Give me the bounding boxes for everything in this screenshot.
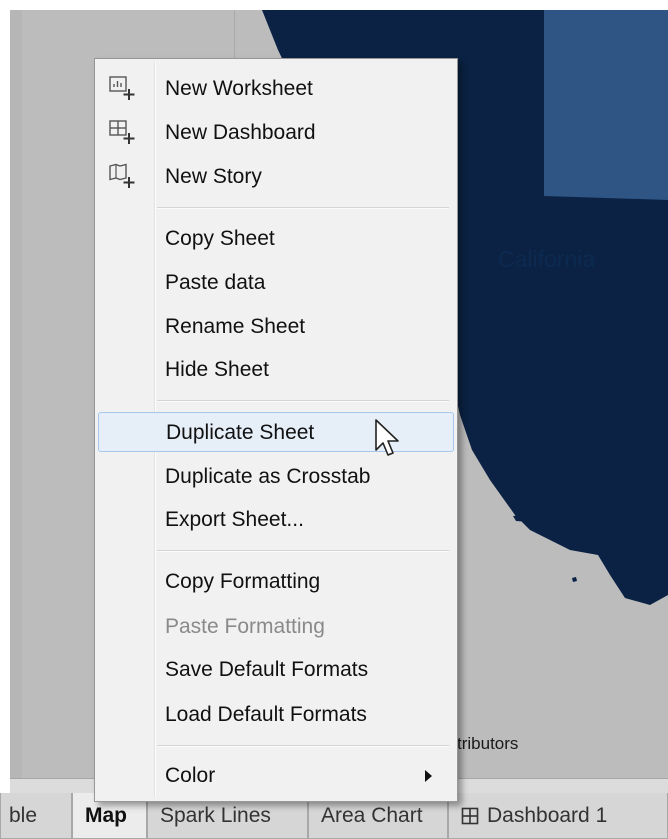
menu-item-paste-formatting: Paste Formatting xyxy=(98,607,454,647)
menu-item-new-story[interactable]: New Story xyxy=(98,157,454,197)
sheet-tab-table[interactable]: ble xyxy=(0,793,72,839)
submenu-arrow-icon xyxy=(425,770,432,782)
menu-separator xyxy=(157,207,449,209)
menu-item-color[interactable]: Color xyxy=(98,756,454,796)
menu-item-duplicate-as-crosstab[interactable]: Duplicate as Crosstab xyxy=(98,457,454,497)
menu-item-label: Paste data xyxy=(165,271,266,294)
island-shape xyxy=(572,577,577,582)
menu-item-label: Rename Sheet xyxy=(165,315,306,338)
menu-item-hide-sheet[interactable]: Hide Sheet xyxy=(98,350,454,390)
menu-item-label: Copy Sheet xyxy=(165,227,275,250)
state-label: California xyxy=(498,246,596,272)
menu-item-label: Save Default Formats xyxy=(165,658,369,681)
menu-item-label: New Worksheet xyxy=(165,77,313,100)
map-attribution: tributors xyxy=(457,734,519,753)
menu-item-paste-data[interactable]: Paste data xyxy=(98,263,454,303)
menu-item-label: Paste Formatting xyxy=(165,615,325,638)
menu-item-label: New Dashboard xyxy=(165,121,316,144)
menu-item-label: Load Default Formats xyxy=(165,703,367,726)
menu-item-rename-sheet[interactable]: Rename Sheet xyxy=(98,307,454,347)
menu-item-new-worksheet[interactable]: New Worksheet xyxy=(98,69,454,109)
menu-separator xyxy=(157,550,449,552)
dashboard-icon xyxy=(461,807,479,825)
menu-item-load-default-formats[interactable]: Load Default Formats xyxy=(98,695,454,735)
menu-item-copy-formatting[interactable]: Copy Formatting xyxy=(98,562,454,602)
dashboard-tab-label: Dashboard 1 xyxy=(487,804,608,827)
new-story-icon xyxy=(109,163,135,188)
menu-item-new-dashboard[interactable]: New Dashboard xyxy=(98,113,454,153)
mouse-pointer-icon xyxy=(375,419,399,456)
menu-item-label: Duplicate as Crosstab xyxy=(165,465,371,488)
state-shape-neighbor xyxy=(544,10,668,200)
menu-item-label: Color xyxy=(165,764,216,787)
menu-separator xyxy=(157,400,449,402)
menu-item-label: Copy Formatting xyxy=(165,570,321,593)
menu-item-label: Duplicate Sheet xyxy=(166,421,315,444)
new-worksheet-icon xyxy=(109,76,135,100)
sheet-tab-dashboard-1[interactable]: Dashboard 1 xyxy=(448,793,668,839)
menu-separator xyxy=(157,745,449,747)
menu-item-save-default-formats[interactable]: Save Default Formats xyxy=(98,650,454,690)
menu-item-copy-sheet[interactable]: Copy Sheet xyxy=(98,219,454,259)
new-dashboard-icon xyxy=(109,120,135,144)
menu-item-label: Export Sheet... xyxy=(165,508,304,531)
menu-item-label: Hide Sheet xyxy=(165,358,269,381)
menu-item-label: New Story xyxy=(165,165,262,188)
menu-item-export-sheet[interactable]: Export Sheet... xyxy=(98,500,454,540)
